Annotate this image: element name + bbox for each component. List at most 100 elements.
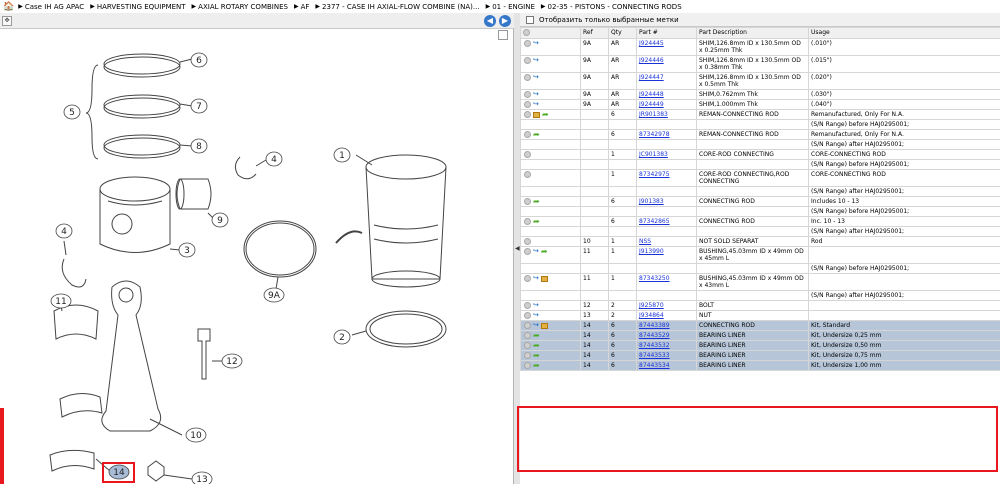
filter-checkbox[interactable]: [526, 15, 534, 24]
table-row[interactable]: (S/N Range) after HAJ0295001;: [520, 226, 1000, 237]
row-select-icon[interactable]: [524, 57, 531, 64]
next-page-button[interactable]: ▶: [499, 15, 511, 27]
row-icons[interactable]: [520, 186, 581, 197]
part-number-link[interactable]: JR901383: [639, 111, 668, 118]
row-icons[interactable]: ➦: [520, 129, 581, 140]
supersede-arrow-icon[interactable]: ➦: [533, 332, 540, 340]
table-row[interactable]: ↪ 9A AR J924449 SHIM,1.000mm Thk (.040"): [520, 99, 1000, 110]
breadcrumb-item[interactable]: 2377 - CASE IH AXIAL-FLOW COMBINE (NA)..…: [322, 3, 480, 11]
table-row[interactable]: (S/N Range) before HAJ0295001;: [520, 159, 1000, 170]
part-number-link[interactable]: NSS: [639, 238, 651, 245]
supersede-arrow-icon[interactable]: ➦: [541, 248, 548, 256]
table-row[interactable]: ➦ 6 J901383 CONNECTING ROD Includes 10 - 13: [520, 196, 1000, 207]
supersede-arrow-icon[interactable]: ➦: [533, 198, 540, 206]
zoom-fit-icon[interactable]: ✥: [2, 16, 12, 26]
part-number-link[interactable]: 87443532: [639, 342, 670, 349]
row-icons[interactable]: ➦: [520, 216, 581, 227]
row-icons[interactable]: ↪: [520, 55, 581, 73]
part-number-link[interactable]: J901383: [639, 198, 664, 205]
supersede-arrow-icon[interactable]: ➦: [533, 352, 540, 360]
row-select-icon[interactable]: [524, 198, 531, 205]
row-select-icon[interactable]: [524, 322, 531, 329]
part-number-link[interactable]: 87443529: [639, 332, 670, 339]
detail-arrow-icon[interactable]: ↪: [533, 312, 539, 319]
header-usage[interactable]: Usage: [808, 27, 1000, 39]
row-icons[interactable]: ↪: [520, 72, 581, 90]
row-icons[interactable]: [520, 290, 581, 301]
row-select-icon[interactable]: [524, 171, 531, 178]
breadcrumb-item[interactable]: Case IH AG APAC: [25, 3, 84, 11]
table-row[interactable]: (S/N Range) before HAJ0295001;: [520, 206, 1000, 217]
row-icons[interactable]: [520, 159, 581, 170]
row-icons[interactable]: ➦: [520, 360, 581, 371]
table-row[interactable]: ↪ 9A AR J924446 SHIM,126.8mm ID x 130.5mm OD…: [520, 55, 1000, 73]
row-icons[interactable]: ➦: [520, 340, 581, 351]
header-icons-cell[interactable]: [520, 27, 581, 39]
package-icon[interactable]: [540, 275, 548, 282]
part-number-link[interactable]: J924447: [639, 74, 664, 81]
supersede-arrow-icon[interactable]: ➦: [533, 362, 540, 370]
breadcrumb-item[interactable]: AF: [301, 3, 310, 11]
header-ref[interactable]: Ref: [580, 27, 609, 39]
detail-arrow-icon[interactable]: ↪: [533, 57, 539, 64]
row-icons[interactable]: ➦: [520, 196, 581, 207]
table-row[interactable]: ➦ 14 6 87443533 BEARING LINER Kit, Undersize …: [520, 350, 1000, 361]
row-icons[interactable]: ↪: [520, 38, 581, 56]
row-icons[interactable]: [520, 226, 581, 237]
table-row[interactable]: ➦ 14 6 87443532 BEARING LINER Kit, Undersize …: [520, 340, 1000, 351]
row-icons[interactable]: ➦: [520, 350, 581, 361]
row-select-icon[interactable]: [524, 40, 531, 47]
detail-arrow-icon[interactable]: ↪: [533, 40, 539, 47]
row-select-icon[interactable]: [524, 238, 531, 245]
row-select-icon[interactable]: [524, 248, 531, 255]
part-number-link[interactable]: JC901383: [639, 151, 668, 158]
table-row[interactable]: ➦ 14 6 87443534 BEARING LINER Kit, Undersize …: [520, 360, 1000, 371]
callout-14-highlighted[interactable]: 14: [102, 462, 135, 483]
table-row[interactable]: ↪ 14 6 87443389 CONNECTING ROD Kit, Standard: [520, 320, 1000, 331]
row-select-icon[interactable]: [524, 332, 531, 339]
row-select-icon[interactable]: [524, 131, 531, 138]
table-row[interactable]: (S/N Range) after HAJ0295001;: [520, 290, 1000, 301]
row-select-icon[interactable]: [524, 151, 531, 158]
supersede-arrow-icon[interactable]: ➦: [533, 218, 540, 226]
table-row[interactable]: ↪ 9A AR J924447 SHIM,126.8mm ID x 130.5mm OD…: [520, 72, 1000, 90]
part-number-link[interactable]: 87342978: [639, 131, 670, 138]
part-number-link[interactable]: J913990: [639, 248, 664, 255]
row-icons[interactable]: [520, 139, 581, 150]
prev-page-button[interactable]: ◀: [484, 15, 496, 27]
row-icons[interactable]: ↪: [520, 310, 581, 321]
part-number-link[interactable]: 87342975: [639, 171, 670, 178]
row-select-icon[interactable]: [524, 111, 531, 118]
detail-arrow-icon[interactable]: ↪: [533, 302, 539, 309]
row-icons[interactable]: [520, 236, 581, 247]
part-number-link[interactable]: 87342865: [639, 218, 670, 225]
table-row[interactable]: (S/N Range) after HAJ0295001;: [520, 139, 1000, 150]
header-qty[interactable]: Qty: [608, 27, 637, 39]
table-row[interactable]: ↪ 11 1 87343250 BUSHING,45.03mm ID x 49mm OD…: [520, 273, 1000, 291]
table-row[interactable]: (S/N Range) before HAJ0295001;: [520, 263, 1000, 274]
package-icon[interactable]: [533, 111, 540, 118]
part-number-link[interactable]: J925870: [639, 302, 664, 309]
row-select-icon[interactable]: [524, 352, 531, 359]
row-icons[interactable]: [520, 149, 581, 160]
row-icons[interactable]: [520, 206, 581, 217]
row-icons[interactable]: ↪: [520, 89, 581, 100]
part-number-link[interactable]: J924445: [639, 40, 664, 47]
row-icons[interactable]: ↪: [520, 320, 581, 331]
row-select-icon[interactable]: [524, 74, 531, 81]
table-row[interactable]: ↪ 9A AR J924448 SHIM,0.762mm Thk (.030"): [520, 89, 1000, 100]
row-icons[interactable]: ↪ ➦: [520, 246, 581, 264]
row-icons[interactable]: ↪: [520, 273, 581, 291]
detail-arrow-icon[interactable]: ↪: [533, 248, 539, 255]
part-number-link[interactable]: 87443389: [639, 322, 670, 329]
detail-arrow-icon[interactable]: ↪: [533, 322, 539, 329]
row-select-icon[interactable]: [524, 275, 531, 282]
header-part-number[interactable]: Part #: [636, 27, 697, 39]
row-select-icon[interactable]: [524, 101, 531, 108]
breadcrumb-item[interactable]: HARVESTING EQUIPMENT: [97, 3, 186, 11]
package-icon[interactable]: [540, 322, 548, 329]
part-number-link[interactable]: J924448: [639, 91, 664, 98]
row-icons[interactable]: [520, 169, 581, 187]
part-number-link[interactable]: J924446: [639, 57, 664, 64]
header-description[interactable]: Part Description: [696, 27, 809, 39]
